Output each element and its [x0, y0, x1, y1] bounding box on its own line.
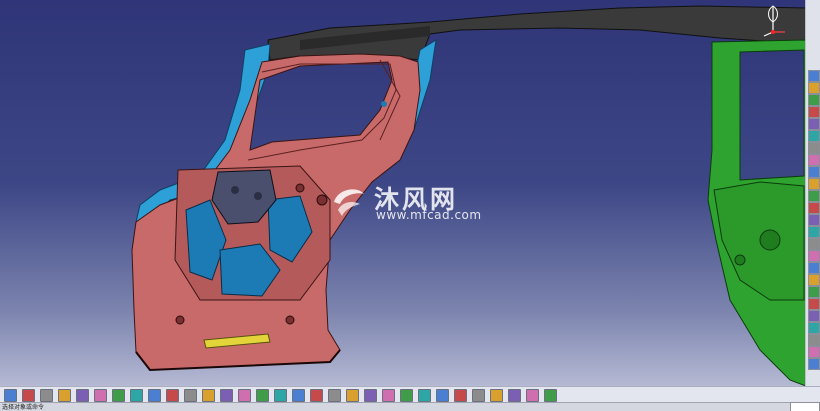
help-icon[interactable] [166, 389, 179, 402]
assemble-icon[interactable] [808, 346, 820, 358]
cut-icon[interactable] [76, 389, 89, 402]
analysis-icon[interactable] [808, 358, 820, 370]
surface-icon[interactable] [808, 310, 820, 322]
measure-icon[interactable] [436, 389, 449, 402]
shaft-icon[interactable] [808, 106, 820, 118]
analysis-icon[interactable] [454, 389, 467, 402]
fly-icon[interactable] [202, 389, 215, 402]
new-icon[interactable] [4, 389, 17, 402]
material-icon[interactable] [418, 389, 431, 402]
normal-view-icon[interactable] [310, 389, 323, 402]
fit-all-icon[interactable] [220, 389, 233, 402]
paste-icon[interactable] [112, 389, 125, 402]
pad-icon[interactable] [808, 82, 820, 94]
shell-icon[interactable] [808, 178, 820, 190]
watermark-url: www.mfcad.com [376, 208, 482, 222]
plane-icon[interactable] [808, 274, 820, 286]
thickness-icon[interactable] [808, 190, 820, 202]
boolean-icon[interactable] [808, 334, 820, 346]
hide-show-icon[interactable] [364, 389, 377, 402]
formula-icon[interactable] [184, 389, 197, 402]
scale-icon[interactable] [808, 238, 820, 250]
command-input[interactable] [790, 402, 820, 411]
fillet-icon[interactable] [808, 142, 820, 154]
measure-icon[interactable] [808, 250, 820, 262]
line-icon[interactable] [808, 298, 820, 310]
split-icon[interactable] [808, 202, 820, 214]
knowledge-icon[interactable] [508, 389, 521, 402]
draft-icon[interactable] [808, 166, 820, 178]
swap-icon[interactable] [382, 389, 395, 402]
catia-window: 沐风网 www.mfcad.com 选择对象或命令 [0, 0, 820, 411]
mirror-icon[interactable] [808, 214, 820, 226]
table-icon[interactable] [544, 389, 557, 402]
bottom-toolbar [0, 386, 820, 403]
watermark-logo-icon [334, 189, 364, 216]
redo-icon[interactable] [148, 389, 161, 402]
status-bar: 选择对象或命令 [0, 402, 820, 411]
compass-axis-icon[interactable] [758, 2, 788, 38]
hole-icon[interactable] [808, 118, 820, 130]
chamfer-icon[interactable] [808, 154, 820, 166]
axis-icon[interactable] [808, 262, 820, 274]
catalog-icon[interactable] [472, 389, 485, 402]
rotate-icon[interactable] [256, 389, 269, 402]
iso-view-icon[interactable] [328, 389, 341, 402]
pocket-icon[interactable] [808, 94, 820, 106]
point-icon[interactable] [808, 286, 820, 298]
shading-icon[interactable] [346, 389, 359, 402]
pattern-icon[interactable] [808, 226, 820, 238]
render-icon[interactable] [400, 389, 413, 402]
zoom-out-icon[interactable] [292, 389, 305, 402]
right-toolbar [805, 0, 820, 386]
publish-icon[interactable] [526, 389, 539, 402]
pan-icon[interactable] [238, 389, 251, 402]
open-icon[interactable] [22, 389, 35, 402]
print-icon[interactable] [58, 389, 71, 402]
copy-icon[interactable] [94, 389, 107, 402]
save-icon[interactable] [40, 389, 53, 402]
status-text: 选择对象或命令 [2, 404, 45, 411]
sketcher-icon[interactable] [808, 70, 820, 82]
extrude-icon[interactable] [808, 322, 820, 334]
undo-icon[interactable] [130, 389, 143, 402]
zoom-in-icon[interactable] [274, 389, 287, 402]
watermark: 沐风网 www.mfcad.com [330, 180, 500, 224]
rib-icon[interactable] [808, 130, 820, 142]
refresh-icon[interactable] [490, 389, 503, 402]
